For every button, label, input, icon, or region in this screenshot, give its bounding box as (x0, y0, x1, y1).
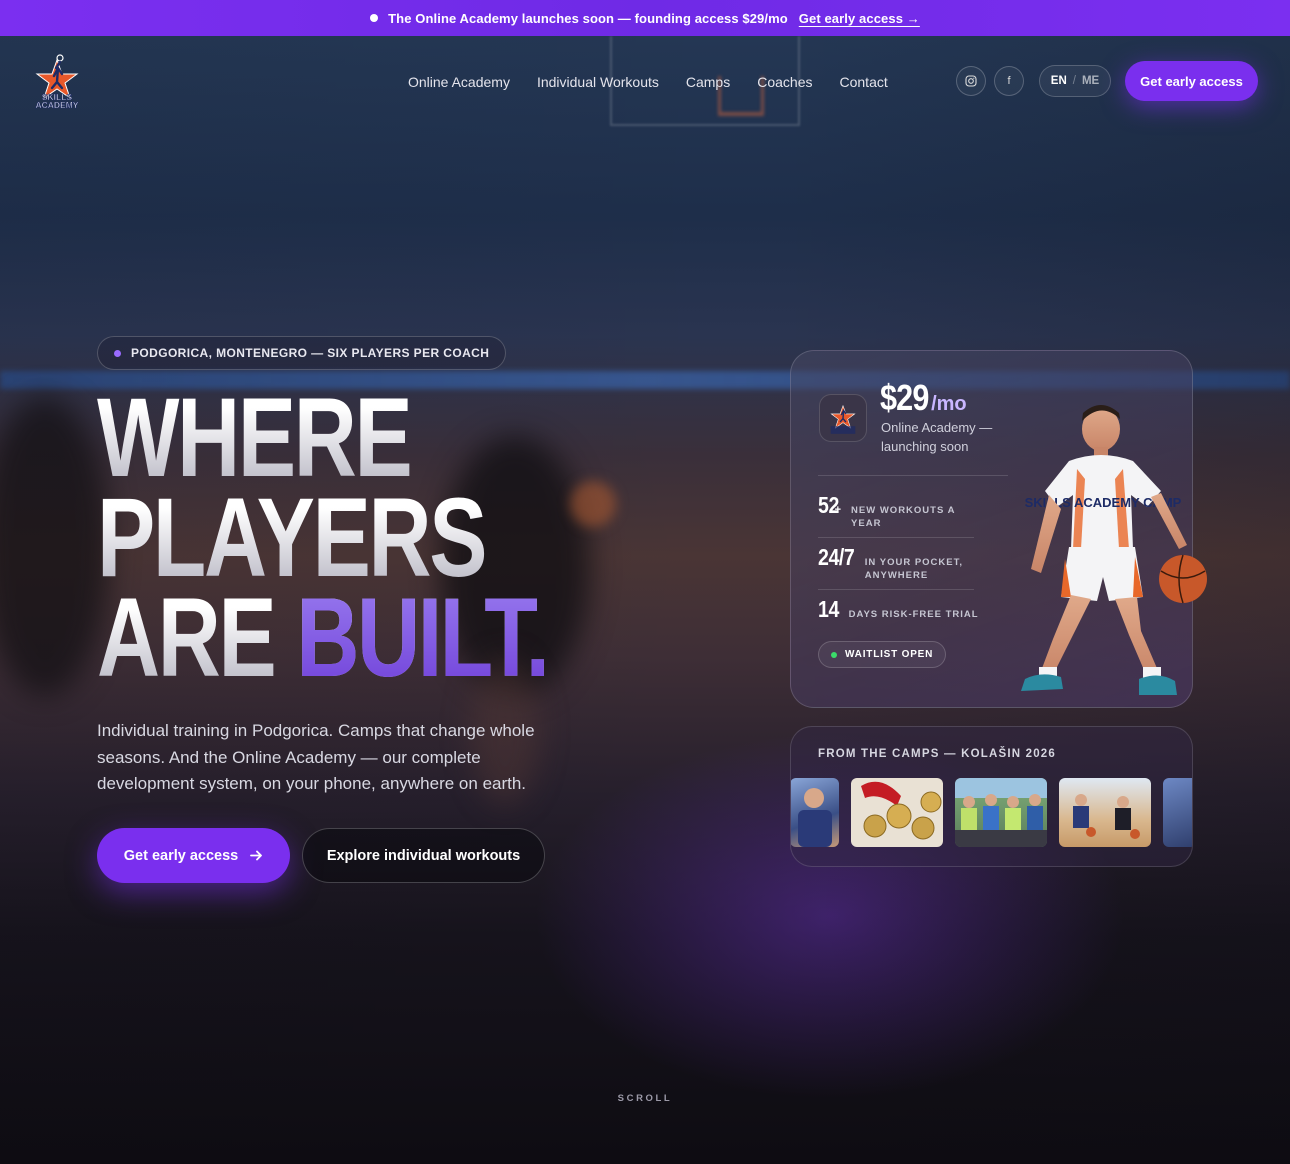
camp-photo-content (798, 788, 832, 847)
stat-value: 14 (818, 596, 839, 622)
waitlist-text: WAITLIST OPEN (845, 649, 934, 660)
primary-cta-label: Get early access (123, 847, 239, 864)
logo-text-academy: ACADEMY (36, 100, 79, 110)
instagram-button[interactable] (956, 66, 986, 96)
stat-trial: 14 DAYS RISK-FREE TRIAL (818, 596, 979, 623)
player-dribbling-image: SKILLS ACADEMY CAMP (1021, 405, 1207, 695)
headline-line-1: WHERE (97, 382, 548, 494)
skills-academy-logo-small (830, 404, 856, 434)
nav-online-academy[interactable]: Online Academy (408, 74, 510, 90)
card-logo (819, 394, 867, 442)
nav-camps[interactable]: Camps (686, 74, 730, 90)
language-switcher[interactable]: EN / ME (1039, 65, 1111, 97)
card-divider (818, 589, 974, 590)
camps-title: FROM THE CAMPS — KOLAŠIN 2026 (818, 748, 1056, 760)
stat-label: DAYS RISK-FREE TRIAL (848, 609, 979, 620)
stat-label: IN YOUR POCKET, ANYWHERE (864, 557, 963, 581)
online-academy-price-card: $29/mo Online Academy — launching soon 5… (790, 350, 1207, 708)
nav-contact[interactable]: Contact (840, 74, 888, 90)
camp-photo-medals[interactable] (851, 778, 943, 847)
announcement-link[interactable]: Get early access → (799, 11, 920, 26)
facebook-icon: f (1007, 75, 1011, 87)
facebook-button[interactable]: f (994, 66, 1024, 96)
price-amount: $29 (880, 377, 929, 418)
headline-are: ARE (97, 575, 275, 700)
stat-label: NEW WORKOUTS A YEAR (851, 505, 956, 529)
hero-lead: Individual training in Podgorica. Camps … (97, 721, 535, 793)
headline-line-2: PLAYERS (97, 482, 548, 594)
camp-photo-content (1073, 794, 1140, 839)
explore-individual-workouts-button[interactable]: Explore individual workouts (302, 828, 545, 883)
skills-academy-logo[interactable]: SKILLS ACADEMY (30, 52, 84, 110)
stat-value: 24/7 (818, 544, 855, 570)
instagram-icon (965, 75, 977, 87)
arrow-right-icon (250, 850, 263, 861)
camp-photo-partial[interactable] (1163, 778, 1192, 847)
hero-headline: WHERE PLAYERS ARE BUILT. (97, 382, 550, 694)
camp-photo-player-portrait[interactable] (791, 778, 839, 847)
eyebrow-text: PODGORICA, MONTENEGRO — SIX PLAYERS PER … (131, 346, 490, 360)
price: $29/mo (880, 377, 967, 419)
price-period: /mo (931, 393, 967, 415)
lang-separator: / (1072, 75, 1076, 87)
scroll-indicator[interactable]: SCROLL (0, 1093, 1290, 1104)
headline-line-3: ARE BUILT. (97, 582, 550, 694)
stat-availability: 24/7 IN YOUR POCKET, ANYWHERE (818, 544, 965, 582)
announcement-text: The Online Academy launches soon — found… (388, 10, 788, 26)
announcement-dot (370, 14, 379, 22)
announcement-bar: The Online Academy launches soon — found… (0, 0, 1290, 36)
camp-photo-dribbling-drill[interactable] (1059, 778, 1151, 847)
camps-gallery-card: FROM THE CAMPS — KOLAŠIN 2026 (790, 726, 1193, 867)
lang-me[interactable]: ME (1082, 75, 1099, 87)
card-divider (818, 475, 1008, 476)
header-get-early-access-button[interactable]: Get early access (1125, 61, 1258, 101)
main-nav: Online Academy Individual Workouts Camps… (408, 74, 888, 90)
get-early-access-button[interactable]: Get early access (97, 828, 290, 883)
lang-en[interactable]: EN (1051, 75, 1067, 87)
card-divider (818, 537, 974, 538)
stat-value: 52 (818, 492, 839, 518)
location-eyebrow: PODGORICA, MONTENEGRO — SIX PLAYERS PER … (97, 336, 507, 370)
headline-built: BUILT. (296, 575, 550, 700)
waitlist-badge: WAITLIST OPEN (818, 641, 947, 668)
eyebrow-dot (114, 349, 121, 357)
camp-photo-content (861, 781, 942, 840)
nav-coaches[interactable]: Coaches (757, 74, 812, 90)
camp-photo-content (955, 778, 1047, 847)
camp-photo-team-bench[interactable] (955, 778, 1047, 847)
nav-individual-workouts[interactable]: Individual Workouts (537, 74, 659, 90)
price-subtitle: Online Academy — launching soon (881, 420, 993, 454)
stat-workouts: 52 + NEW WORKOUTS A YEAR (818, 492, 961, 530)
status-dot (831, 651, 837, 658)
